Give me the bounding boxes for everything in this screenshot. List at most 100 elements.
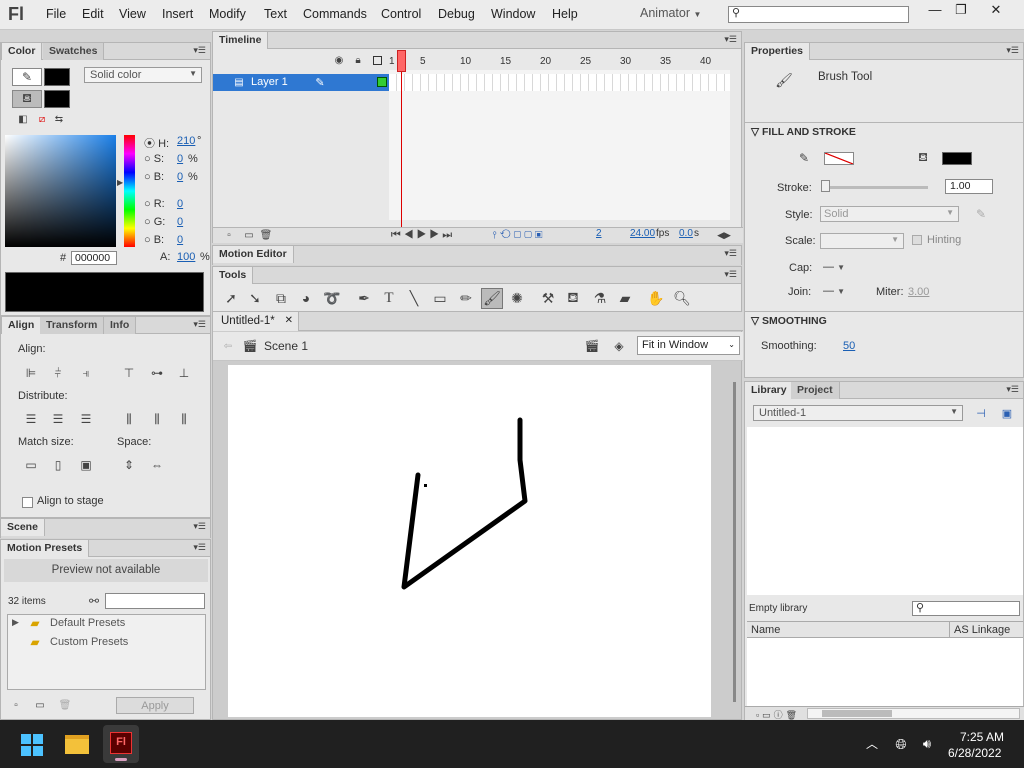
tab-scene[interactable]: Scene — [1, 519, 45, 536]
panel-menu-icon[interactable]: ▾☰ — [1006, 384, 1019, 395]
eraser-tool-icon[interactable]: ▰ — [615, 288, 635, 308]
preset-search-input[interactable] — [105, 593, 205, 609]
align-bottom-icon[interactable]: ⊥ — [176, 365, 192, 381]
hex-input[interactable]: 000000 — [71, 251, 117, 265]
menu-file[interactable]: File — [46, 7, 66, 21]
align-hcenter-icon[interactable]: ⫩ — [50, 365, 66, 381]
tab-swatches[interactable]: Swatches — [43, 43, 105, 60]
panel-menu-icon[interactable]: ▾☰ — [193, 319, 206, 330]
free-transform-tool-icon[interactable]: ⧉ — [271, 288, 291, 308]
deco-tool-icon[interactable]: ✺ — [507, 288, 527, 308]
panel-menu-icon[interactable]: ▾☰ — [724, 248, 737, 259]
menu-modify[interactable]: Modify — [209, 7, 246, 21]
layer-frames[interactable] — [389, 74, 730, 91]
menu-debug[interactable]: Debug — [438, 7, 475, 21]
match-width-icon[interactable]: ▭ — [23, 457, 39, 473]
menu-commands[interactable]: Commands — [303, 7, 367, 21]
hue-slider[interactable] — [124, 135, 135, 247]
black-white-icon[interactable]: ◧ — [17, 113, 29, 125]
tab-library[interactable]: Library — [745, 382, 794, 399]
eyedropper-tool-icon[interactable]: ⚗ — [590, 288, 610, 308]
lasso-tool-icon[interactable]: ➰ — [322, 288, 342, 308]
align-to-stage-checkbox[interactable] — [22, 497, 33, 508]
preset-folder-custom[interactable]: Custom Presets — [50, 636, 128, 648]
fill-color-swatch[interactable] — [44, 90, 70, 108]
scale-select[interactable]: ▼ — [820, 233, 904, 249]
distribute-vcenter-icon[interactable]: ☰ — [50, 411, 66, 427]
align-vcenter-icon[interactable]: ⊶ — [149, 365, 165, 381]
tab-tools[interactable]: Tools — [213, 267, 254, 284]
clock-date[interactable]: 6/28/2022 — [948, 746, 1001, 760]
alpha-value[interactable]: 100 — [177, 251, 195, 263]
back-arrow-icon[interactable]: ⇦ — [221, 339, 235, 353]
distribute-left-icon[interactable]: ⫼ — [121, 411, 137, 427]
new-library-panel-icon[interactable]: ▣ — [1000, 406, 1014, 420]
library-hscrollbar[interactable] — [807, 708, 1020, 719]
tab-info[interactable]: Info — [104, 317, 137, 334]
globe-icon[interactable]: 🌐︎ — [892, 735, 910, 753]
red-value[interactable]: 0 — [177, 198, 183, 210]
stroke-slider[interactable] — [824, 186, 928, 189]
layer-name[interactable]: Layer 1 — [251, 76, 288, 88]
clock-time[interactable]: 7:25 AM — [960, 730, 1004, 744]
new-folder-icon[interactable]: ▭ — [243, 229, 255, 241]
distribute-top-icon[interactable]: ☰ — [23, 411, 39, 427]
stroke-color-swatch[interactable] — [44, 68, 70, 86]
align-right-icon[interactable]: ⫣ — [78, 365, 94, 381]
close-button[interactable]: ✕ — [983, 2, 1009, 20]
playback-controls[interactable]: ⏮◀▶▶⏭ — [391, 229, 453, 242]
pen-tool-icon[interactable]: ✒ — [354, 288, 374, 308]
miter-value[interactable]: 3.00 — [908, 286, 929, 298]
library-list[interactable] — [747, 638, 1023, 706]
current-frame[interactable]: 2 — [596, 228, 602, 239]
pin-icon[interactable]: ⊣ — [974, 406, 988, 420]
panel-menu-icon[interactable]: ▾☰ — [724, 269, 737, 280]
stroke-slider-thumb[interactable] — [821, 180, 830, 192]
color-saturation-field[interactable] — [5, 135, 116, 247]
text-tool-icon[interactable]: T — [379, 288, 399, 308]
new-layer-icon[interactable]: ▫ — [223, 229, 235, 241]
green-value[interactable]: 0 — [177, 216, 183, 228]
menu-view[interactable]: View — [119, 7, 146, 21]
scroll-arrows-icon[interactable]: ◀▶ — [711, 229, 737, 241]
panel-menu-icon[interactable]: ▾☰ — [1006, 45, 1019, 56]
onion-skin-icons[interactable]: ⫯⟲▢▢▣ — [489, 229, 549, 242]
distribute-right-icon[interactable]: ⫼ — [176, 411, 192, 427]
saturation-value[interactable]: 0 — [177, 153, 183, 165]
library-document-select[interactable]: Untitled-1 ▼ — [753, 405, 963, 421]
radio-h[interactable]: ⦿ H: — [144, 135, 169, 151]
space-horizontal-icon[interactable]: ⇔ — [149, 457, 165, 473]
tab-transform[interactable]: Transform — [40, 317, 105, 334]
edit-symbols-icon[interactable]: ◈ — [610, 338, 628, 354]
line-tool-icon[interactable]: ╲ — [404, 288, 424, 308]
align-left-icon[interactable]: ⊫ — [23, 365, 39, 381]
start-button[interactable] — [21, 734, 43, 756]
menu-insert[interactable]: Insert — [162, 7, 193, 21]
apply-button[interactable]: Apply — [116, 697, 194, 714]
edit-scene-icon[interactable]: 🎬︎ — [583, 338, 601, 354]
color-type-select[interactable]: Solid color ▼ — [84, 67, 202, 83]
frame-area[interactable] — [389, 70, 730, 220]
radio-blue[interactable]: ○ B: — [144, 234, 164, 246]
new-preset-icon[interactable]: ▫ — [10, 699, 22, 711]
file-explorer-icon[interactable] — [65, 735, 89, 754]
subselection-tool-icon[interactable]: ➘ — [245, 288, 265, 308]
join-select[interactable]: — ▼ — [823, 285, 845, 297]
selection-tool-icon[interactable]: ➚ — [221, 288, 241, 308]
space-vertical-icon[interactable]: ⇕ — [121, 457, 137, 473]
rectangle-tool-icon[interactable]: ▭ — [430, 288, 450, 308]
tab-motion-presets[interactable]: Motion Presets — [1, 540, 90, 557]
zoom-select[interactable]: Fit in Window ⌄ — [637, 336, 740, 355]
swap-colors-icon[interactable]: ⇆ — [53, 113, 65, 125]
column-name[interactable]: Name — [751, 624, 780, 636]
elapsed-time[interactable]: 0.0 — [679, 228, 693, 239]
volume-icon[interactable]: 🔊︎ — [918, 735, 936, 753]
delete-layer-icon[interactable]: 🗑 — [260, 229, 273, 241]
panel-menu-icon[interactable]: ▾☰ — [193, 45, 206, 56]
workspace-switcher[interactable]: Animator ▼ — [640, 6, 701, 20]
close-tab-icon[interactable]: ✕ — [285, 315, 293, 326]
eye-icon[interactable]: ◉ — [333, 54, 345, 66]
stage-canvas[interactable] — [228, 365, 711, 717]
smoothing-value[interactable]: 50 — [843, 340, 855, 352]
style-select[interactable]: Solid ▼ — [820, 206, 959, 222]
